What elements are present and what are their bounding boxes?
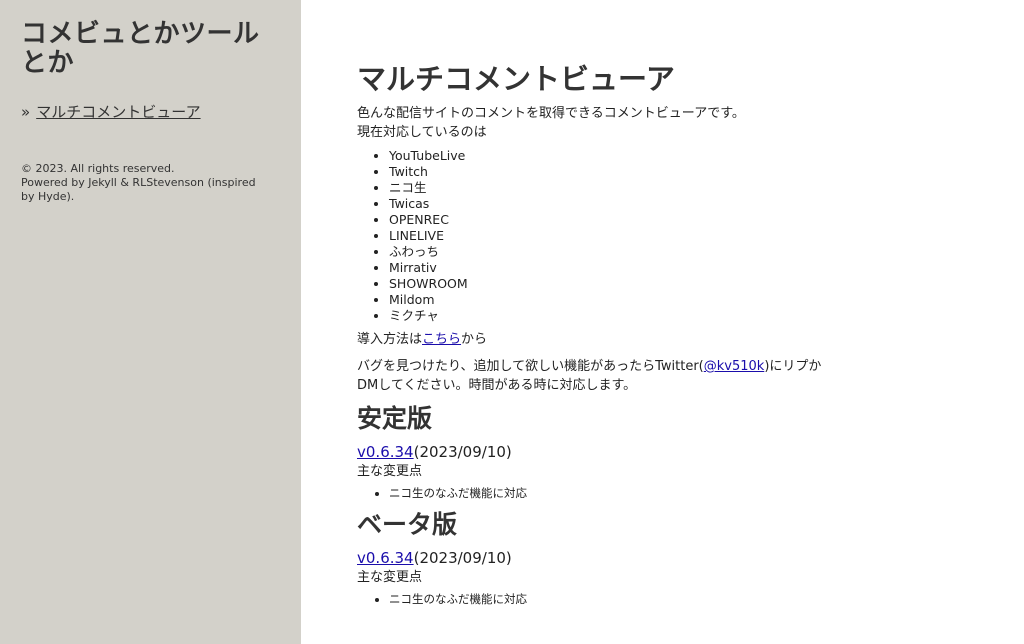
sidebar-nav: » マルチコメントビューア [21, 101, 281, 122]
main-content: マルチコメントビューア 色んな配信サイトのコメントを取得できるコメントビューアで… [357, 60, 827, 607]
sidebar: コメビュとかツールとか » マルチコメントビューア © 2023. All rig… [0, 0, 301, 644]
beta-date: (2023/09/10) [413, 549, 512, 567]
install-prefix: 導入方法は [357, 332, 423, 347]
list-item: ニコ生 [389, 180, 827, 196]
site-title[interactable]: コメビュとかツールとか [21, 20, 281, 78]
page-title: マルチコメントビューア [357, 62, 675, 96]
install-link[interactable]: こちら [422, 332, 461, 347]
list-item: Twitch [389, 164, 827, 180]
bug-report-text: バグを見つけたり、追加して欲しい機能があったらTwitter(@kv510k)に… [357, 357, 827, 395]
beta-changes-list: ニコ生のなふだ機能に対応 [357, 591, 827, 607]
beta-version-link[interactable]: v0.6.34 [357, 549, 414, 567]
install-suffix: から [461, 332, 488, 347]
install-text: 導入方法はこちらから [357, 330, 827, 349]
list-item: ニコ生のなふだ機能に対応 [389, 485, 827, 501]
copyright-text: © 2023. All rights reserved. [21, 162, 175, 175]
stable-version-link[interactable]: v0.6.34 [357, 443, 414, 461]
sidebar-item-multi-comment-viewer[interactable]: マルチコメントビューア [36, 103, 200, 121]
intro-text-1: 色んな配信サイトのコメントを取得できるコメントビューアです。 [357, 106, 745, 121]
twitter-link[interactable]: @kv510k [704, 359, 765, 374]
beta-version-line: v0.6.34(2023/09/10) [357, 549, 827, 568]
list-item: OPENREC [389, 212, 827, 228]
stable-changes-label: 主な変更点 [357, 464, 423, 479]
stable-date: (2023/09/10) [413, 443, 512, 461]
list-item: SHOWROOM [389, 276, 827, 292]
list-item: ニコ生のなふだ機能に対応 [389, 591, 827, 607]
beta-changes-label: 主な変更点 [357, 570, 423, 585]
beta-heading: ベータ版 [357, 510, 458, 539]
list-item: YouTubeLive [389, 148, 827, 164]
supported-sites-list: YouTubeLive Twitch ニコ生 Twicas OPENREC LI… [357, 148, 827, 324]
powered-by-text: Powered by Jekyll & RLStevenson (inspire… [21, 176, 256, 203]
list-item: ミクチャ [389, 308, 827, 324]
stable-heading: 安定版 [357, 404, 433, 433]
bug-prefix: バグを見つけたり、追加して欲しい機能があったらTwitter( [357, 359, 704, 374]
list-item: Twicas [389, 196, 827, 212]
list-item: ふわっち [389, 244, 827, 260]
stable-changes-list: ニコ生のなふだ機能に対応 [357, 485, 827, 501]
nav-arrow-icon: » [21, 103, 31, 121]
list-item: LINELIVE [389, 228, 827, 244]
sidebar-footer: © 2023. All rights reserved. Powered by … [21, 162, 266, 204]
list-item: Mildom [389, 292, 827, 308]
stable-version-line: v0.6.34(2023/09/10) [357, 443, 827, 462]
list-item: Mirrativ [389, 260, 827, 276]
intro-text-2: 現在対応しているのは [357, 125, 487, 140]
